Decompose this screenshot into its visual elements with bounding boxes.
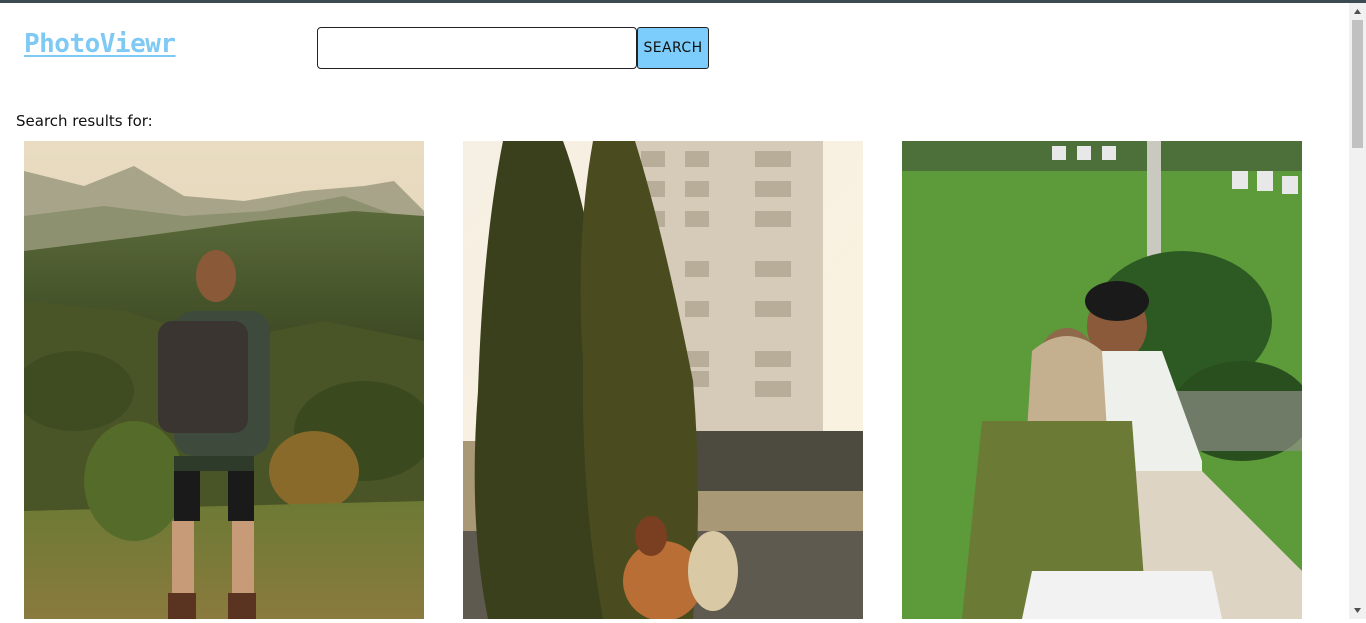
scroll-up-arrow-icon[interactable] (1349, 3, 1366, 20)
scrollbar-thumb[interactable] (1352, 20, 1363, 148)
window-top-border (0, 0, 1366, 3)
result-photo-3[interactable] (902, 141, 1302, 619)
scroll-down-arrow-icon[interactable] (1349, 602, 1366, 619)
search-input[interactable] (317, 27, 637, 69)
photo-hiker-mountains (24, 141, 424, 619)
site-logo[interactable]: PhotoViewr (24, 29, 176, 59)
search-button[interactable]: SEARCH (637, 27, 709, 69)
result-photo-2[interactable] (463, 141, 863, 619)
photo-couple-grass (902, 141, 1302, 619)
photo-building-trees (463, 141, 863, 619)
result-photo-1[interactable] (24, 141, 424, 619)
search-results-label: Search results for: (16, 112, 153, 130)
vertical-scrollbar[interactable] (1349, 3, 1366, 619)
